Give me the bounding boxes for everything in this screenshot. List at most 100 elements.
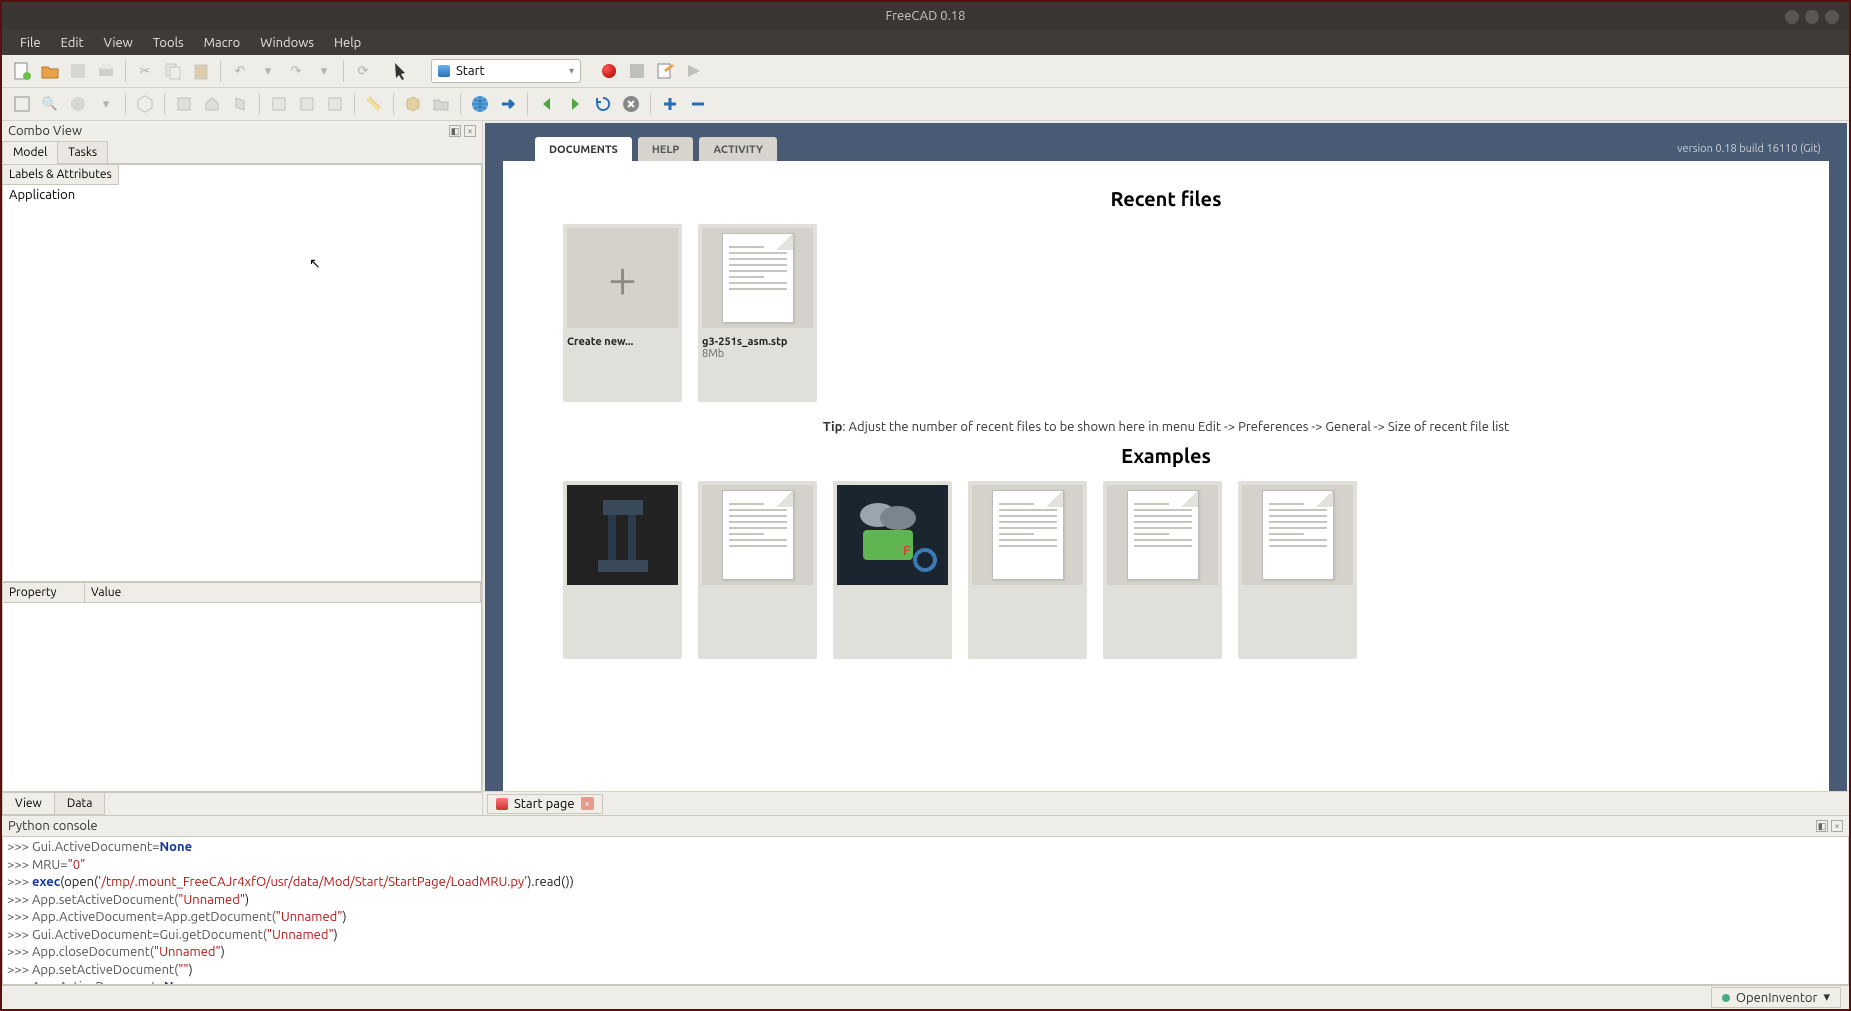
example-card[interactable] bbox=[563, 481, 682, 659]
view-right-icon[interactable] bbox=[228, 92, 252, 116]
create-new-card[interactable]: + Create new... bbox=[563, 224, 682, 402]
view-front-icon[interactable] bbox=[172, 92, 196, 116]
property-tabs: View Data bbox=[2, 792, 482, 815]
minimize-icon[interactable] bbox=[1785, 10, 1799, 24]
view-top-icon[interactable] bbox=[200, 92, 224, 116]
print-icon[interactable] bbox=[94, 59, 118, 83]
example-card[interactable]: F bbox=[833, 481, 952, 659]
tab-view[interactable]: View bbox=[2, 793, 55, 815]
main-area: DOCUMENTS HELP ACTIVITY version 0.18 bui… bbox=[483, 121, 1849, 815]
chevron-down-icon: ▾ bbox=[1823, 990, 1830, 1005]
panel-close-icon[interactable]: × bbox=[1831, 820, 1843, 832]
document-icon bbox=[972, 485, 1083, 585]
undo-dropdown-icon[interactable]: ▾ bbox=[256, 59, 280, 83]
draw-style-dropdown-icon[interactable]: ▾ bbox=[94, 92, 118, 116]
example-card[interactable] bbox=[1238, 481, 1357, 659]
nav-style-selector[interactable]: OpenInventor ▾ bbox=[1711, 987, 1841, 1008]
tree-root[interactable]: Application bbox=[9, 188, 75, 202]
recent-file-card[interactable]: g3-251s_asm.stp 8Mb bbox=[698, 224, 817, 402]
workbench-selector[interactable]: Start ▾ bbox=[431, 59, 581, 83]
nav-forward-icon[interactable] bbox=[563, 92, 587, 116]
document-icon bbox=[702, 228, 813, 328]
start-tab-help[interactable]: HELP bbox=[638, 137, 694, 163]
tab-model[interactable]: Model bbox=[2, 141, 58, 164]
menu-file[interactable]: File bbox=[10, 33, 51, 53]
menu-edit[interactable]: Edit bbox=[51, 33, 94, 53]
fit-all-icon[interactable] bbox=[10, 92, 34, 116]
tip-text: Tip: Adjust the number of recent files t… bbox=[543, 420, 1789, 434]
start-tab-activity[interactable]: ACTIVITY bbox=[699, 137, 777, 163]
tab-tasks[interactable]: Tasks bbox=[57, 141, 108, 163]
measure-icon[interactable]: 📏 bbox=[362, 92, 386, 116]
menu-windows[interactable]: Windows bbox=[250, 33, 324, 53]
tab-data[interactable]: Data bbox=[54, 793, 106, 815]
document-tab[interactable]: Start page × bbox=[487, 794, 603, 814]
refresh-icon[interactable]: ⟳ bbox=[351, 59, 375, 83]
example-thumb bbox=[567, 485, 678, 585]
panel-float-icon[interactable]: ◧ bbox=[1816, 820, 1828, 832]
value-col: Value bbox=[85, 583, 481, 602]
macro-stop-icon[interactable] bbox=[625, 59, 649, 83]
combo-view-panel: Combo View ◧× Model Tasks Labels & Attri… bbox=[2, 121, 483, 815]
fit-selection-icon[interactable]: 🔍 bbox=[38, 92, 62, 116]
draw-style-icon[interactable] bbox=[66, 92, 90, 116]
panel-close-icon[interactable]: × bbox=[464, 125, 476, 137]
view-bottom-icon[interactable] bbox=[295, 92, 319, 116]
plus-icon: + bbox=[567, 228, 678, 328]
group-icon[interactable] bbox=[429, 92, 453, 116]
new-icon[interactable] bbox=[10, 59, 34, 83]
nav-stop-icon[interactable] bbox=[619, 92, 643, 116]
python-console-body[interactable]: >>> Gui.ActiveDocument=None >>> MRU="0" … bbox=[2, 836, 1849, 985]
open-icon[interactable] bbox=[38, 59, 62, 83]
start-tab-documents[interactable]: DOCUMENTS bbox=[535, 137, 632, 163]
whats-this-icon[interactable] bbox=[391, 59, 415, 83]
tree-view[interactable]: Labels & Attributes Application ↖ bbox=[2, 164, 482, 582]
zoom-out-icon[interactable] bbox=[686, 92, 710, 116]
forward-arrow-icon[interactable] bbox=[496, 92, 520, 116]
document-tab-bar: Start page × bbox=[483, 791, 1849, 815]
nav-back-icon[interactable] bbox=[535, 92, 559, 116]
menu-macro[interactable]: Macro bbox=[194, 33, 251, 53]
web-icon[interactable] bbox=[468, 92, 492, 116]
document-icon bbox=[1107, 485, 1218, 585]
nav-refresh-icon[interactable] bbox=[591, 92, 615, 116]
redo-dropdown-icon[interactable]: ▾ bbox=[312, 59, 336, 83]
menubar: File Edit View Tools Macro Windows Help bbox=[2, 30, 1849, 55]
chevron-down-icon: ▾ bbox=[569, 65, 574, 77]
svg-text:F: F bbox=[903, 544, 910, 558]
tab-close-icon[interactable]: × bbox=[581, 797, 594, 810]
titlebar: FreeCAD 0.18 bbox=[2, 2, 1849, 30]
cut-icon[interactable]: ✂ bbox=[133, 59, 157, 83]
menu-view[interactable]: View bbox=[94, 33, 143, 53]
zoom-in-icon[interactable] bbox=[658, 92, 682, 116]
example-card[interactable] bbox=[1103, 481, 1222, 659]
macro-play-icon[interactable] bbox=[681, 59, 705, 83]
macro-record-icon[interactable] bbox=[597, 59, 621, 83]
combo-view-header: Combo View ◧× bbox=[2, 121, 482, 141]
undo-icon[interactable]: ↶ bbox=[228, 59, 252, 83]
macro-edit-icon[interactable] bbox=[653, 59, 677, 83]
view-rear-icon[interactable] bbox=[267, 92, 291, 116]
panel-float-icon[interactable]: ◧ bbox=[449, 125, 461, 137]
menu-tools[interactable]: Tools bbox=[143, 33, 194, 53]
part-icon[interactable] bbox=[401, 92, 425, 116]
start-page: DOCUMENTS HELP ACTIVITY version 0.18 bui… bbox=[485, 123, 1847, 791]
menu-help[interactable]: Help bbox=[324, 33, 371, 53]
document-icon bbox=[1242, 485, 1353, 585]
paste-icon[interactable] bbox=[189, 59, 213, 83]
redo-icon[interactable]: ↷ bbox=[284, 59, 308, 83]
example-thumb: F bbox=[837, 485, 948, 585]
maximize-icon[interactable] bbox=[1805, 10, 1819, 24]
copy-icon[interactable] bbox=[161, 59, 185, 83]
python-console-panel: Python console ◧× >>> Gui.ActiveDocument… bbox=[2, 815, 1849, 985]
combo-tabs: Model Tasks bbox=[2, 141, 482, 164]
isometric-icon[interactable] bbox=[133, 92, 157, 116]
save-icon[interactable] bbox=[66, 59, 90, 83]
close-icon[interactable] bbox=[1825, 10, 1839, 24]
freecad-icon bbox=[496, 798, 508, 810]
version-label: version 0.18 build 16110 (Git) bbox=[1677, 143, 1821, 155]
view-left-icon[interactable] bbox=[323, 92, 347, 116]
example-card[interactable] bbox=[968, 481, 1087, 659]
recent-files-heading: Recent files bbox=[543, 187, 1789, 210]
example-card[interactable] bbox=[698, 481, 817, 659]
